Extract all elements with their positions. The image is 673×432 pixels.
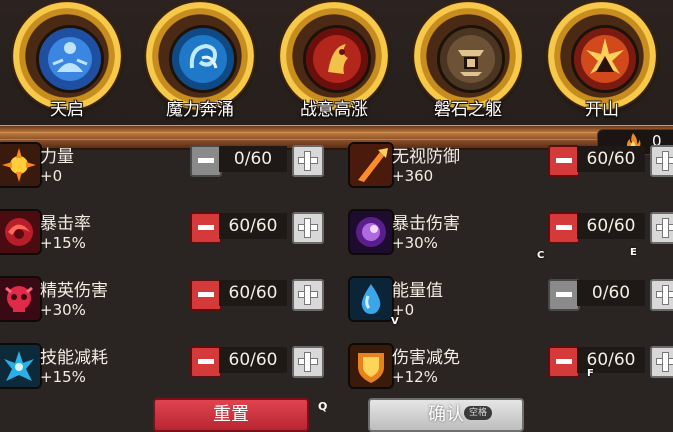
battle-spirit-icon <box>303 25 371 93</box>
stat-crit-damage: 暴击伤害 +30% 60/60 <box>348 201 673 263</box>
stat-skill-cost-reduction: 技能减耗 +15% 60/60 <box>0 335 326 397</box>
armor-pierce-icon <box>348 142 394 188</box>
stat-level: 60/60 <box>577 213 645 239</box>
phoenix-swirl-icon <box>169 25 237 93</box>
decrease-button[interactable] <box>548 212 580 244</box>
stat-level: 60/60 <box>219 347 287 373</box>
ability-label: 战意高涨 <box>300 100 368 120</box>
decrease-button[interactable] <box>548 145 580 177</box>
key-hint-f: F <box>587 368 594 379</box>
ability-panshi-zhiqu[interactable]: 磐石之躯 <box>408 2 528 122</box>
stat-bonus: +12% <box>392 368 438 386</box>
stat-name: 暴击率 <box>40 214 91 234</box>
increase-button[interactable] <box>650 346 673 378</box>
stat-level: 60/60 <box>219 213 287 239</box>
ability-kaishan[interactable]: 开山 <box>542 2 662 122</box>
ability-tianqi[interactable]: 天启 <box>7 2 127 122</box>
increase-button[interactable] <box>650 145 673 177</box>
increase-button[interactable] <box>292 212 324 244</box>
increase-button[interactable] <box>650 212 673 244</box>
decrease-button[interactable] <box>190 346 222 378</box>
increase-button[interactable] <box>292 145 324 177</box>
stat-bonus: +15% <box>40 234 86 252</box>
elite-skull-icon <box>0 276 42 322</box>
ability-label: 磐石之躯 <box>434 100 502 120</box>
stat-level: 0/60 <box>219 146 287 172</box>
decrease-button[interactable] <box>190 212 222 244</box>
stat-level: 60/60 <box>577 146 645 172</box>
increase-button[interactable] <box>292 279 324 311</box>
stat-name: 精英伤害 <box>40 281 108 301</box>
skill-cost-icon <box>0 343 42 389</box>
ability-zhanyi-gaozhang[interactable]: 战意高涨 <box>274 2 394 122</box>
ability-label: 魔力奔涌 <box>166 100 234 120</box>
stone-body-icon <box>437 25 505 93</box>
stat-bonus: +360 <box>392 167 434 185</box>
stat-elite-damage: 精英伤害 +30% 60/60 <box>0 268 326 330</box>
key-hint-q: Q <box>318 400 328 413</box>
stat-ignore-defense: 无视防御 +360 60/60 <box>348 134 673 196</box>
key-hint-c: C <box>537 250 545 261</box>
stat-level: 0/60 <box>577 280 645 306</box>
crit-damage-icon <box>348 209 394 255</box>
stat-name: 技能减耗 <box>40 348 108 368</box>
shield-icon <box>348 343 394 389</box>
stat-name: 能量值 <box>392 281 443 301</box>
stat-crit-rate: 暴击率 +15% 60/60 <box>0 201 326 263</box>
key-hint-v: V <box>391 316 399 327</box>
stat-grid: 力量 +0 0/60 无视防御 +360 60/60 暴击率 +15% 60/6… <box>0 142 673 416</box>
key-hint-e: E <box>630 247 637 258</box>
stat-bonus: +15% <box>40 368 86 386</box>
stat-name: 伤害减免 <box>392 348 460 368</box>
stat-name: 暴击伤害 <box>392 214 460 234</box>
ability-label: 开山 <box>585 100 619 120</box>
sun-power-icon <box>0 142 42 188</box>
ability-label: 天启 <box>50 100 84 120</box>
increase-button[interactable] <box>292 346 324 378</box>
stat-bonus: +0 <box>40 167 63 185</box>
confirm-key-hint: 空格 <box>464 406 493 420</box>
decrease-button[interactable] <box>548 279 580 311</box>
decrease-button[interactable] <box>548 346 580 378</box>
stat-strength: 力量 +0 0/60 <box>0 134 326 196</box>
ability-moli-benyong[interactable]: 魔力奔涌 <box>140 2 260 122</box>
mountain-split-icon <box>571 25 639 93</box>
ability-strip: 天启 魔力奔涌 战意高涨 磐石之躯 开山 <box>0 0 673 125</box>
energy-drop-icon <box>348 276 394 322</box>
decrease-button[interactable] <box>190 279 222 311</box>
reset-button[interactable]: 重置 <box>153 398 309 432</box>
crit-rate-icon <box>0 209 42 255</box>
stat-level: 60/60 <box>219 280 287 306</box>
increase-button[interactable] <box>650 279 673 311</box>
confirm-button[interactable]: 确认 <box>368 398 524 432</box>
stat-damage-reduction: 伤害减免 +12% 60/60 <box>348 335 673 397</box>
stat-bonus: +30% <box>40 301 86 319</box>
stat-bonus: +30% <box>392 234 438 252</box>
stat-name: 无视防御 <box>392 147 460 167</box>
meditating-figure-icon <box>36 25 104 93</box>
decrease-button[interactable] <box>190 145 222 177</box>
stat-name: 力量 <box>40 147 74 167</box>
